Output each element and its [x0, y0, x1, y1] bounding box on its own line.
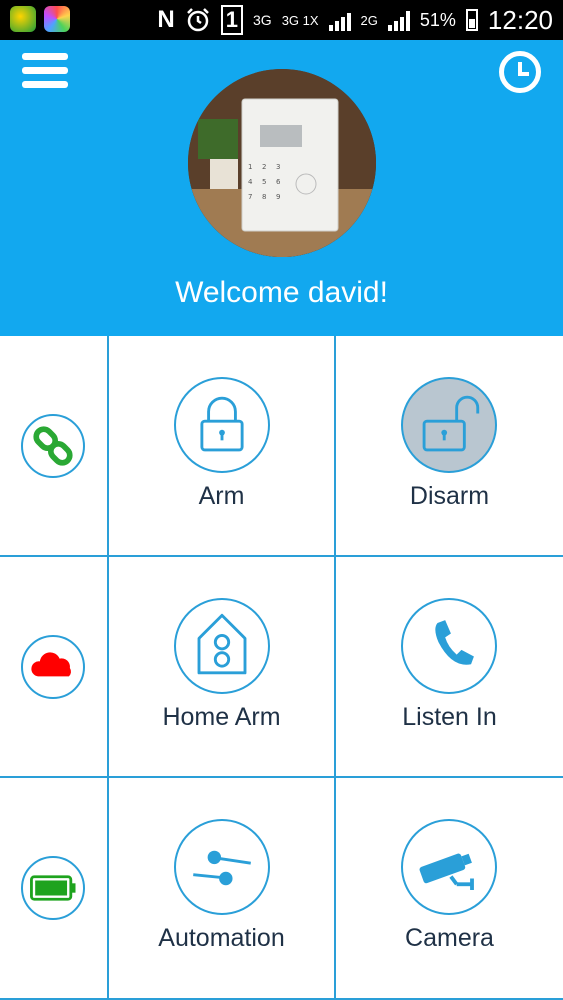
- app-header: 1 2 3 4 5 6 7 8 9 Welcome david!: [0, 40, 563, 336]
- listen-in-button[interactable]: Listen In: [336, 557, 563, 778]
- svg-text:3: 3: [276, 163, 280, 171]
- link-status-badge: [21, 414, 85, 478]
- arm-icon-circle: [174, 377, 270, 473]
- switch-icon: [193, 850, 251, 886]
- signal-strength-icon: [328, 9, 351, 31]
- alarm-clock-icon: [186, 8, 209, 32]
- listen-in-label: Listen In: [402, 703, 497, 731]
- home-arm-label: Home Arm: [162, 703, 281, 731]
- arm-label: Arm: [198, 482, 245, 510]
- notification-icons: [10, 6, 70, 32]
- arm-button[interactable]: Arm: [109, 336, 336, 557]
- svg-text:9: 9: [276, 193, 280, 201]
- battery-icon: [465, 9, 478, 31]
- battery-status-cell: [0, 778, 109, 1000]
- listen-in-icon-circle: [401, 598, 497, 694]
- sim-slot-indicator: 1: [220, 5, 243, 35]
- disarm-icon-circle: [401, 377, 497, 473]
- network-type-1: 3G: [253, 12, 272, 28]
- automation-label: Automation: [158, 924, 285, 952]
- nfc-indicator: N: [157, 6, 175, 33]
- control-grid: Arm Disarm Home Arm Listen In Automation…: [0, 336, 563, 1000]
- signal-strength-icon-2: [387, 9, 410, 31]
- welcome-message: Welcome david!: [175, 276, 388, 309]
- cloud-status-badge: [21, 635, 85, 699]
- battery-status-badge: [21, 856, 85, 920]
- disarm-label: Disarm: [409, 482, 490, 510]
- svg-text:1: 1: [248, 163, 252, 171]
- network-type-2: 3G 1X: [281, 12, 319, 28]
- home-icon: [197, 613, 247, 675]
- automation-icon-circle: [174, 819, 270, 915]
- network-type-3: 2G: [360, 12, 378, 28]
- lock-open-icon: [422, 395, 480, 452]
- clock-history-icon[interactable]: [499, 51, 541, 93]
- cloud-icon: [31, 652, 71, 677]
- cctv-camera-icon: [419, 853, 474, 890]
- hamburger-menu-icon[interactable]: [22, 53, 68, 91]
- app-notification-icon: [10, 6, 36, 32]
- system-status: N 1 3G 3G 1X 2G 51% 12:20: [157, 0, 553, 40]
- svg-text:6: 6: [276, 178, 281, 186]
- svg-text:8: 8: [262, 193, 266, 201]
- battery-full-icon: [30, 875, 76, 901]
- disarm-button[interactable]: Disarm: [336, 336, 563, 557]
- automation-button[interactable]: Automation: [109, 778, 336, 1000]
- battery-percent: 51%: [419, 9, 456, 30]
- device-avatar-image: 1 2 3 4 5 6 7 8 9: [188, 69, 376, 257]
- clock-time: 12:20: [487, 4, 553, 35]
- svg-text:2: 2: [262, 163, 266, 171]
- cloud-status-cell: [0, 557, 109, 778]
- link-icon: [33, 426, 73, 466]
- camera-icon-circle: [401, 819, 497, 915]
- camera-button[interactable]: Camera: [336, 778, 563, 1000]
- camera-label: Camera: [405, 924, 494, 952]
- home-arm-icon-circle: [174, 598, 270, 694]
- phone-icon: [435, 620, 474, 665]
- svg-text:5: 5: [262, 178, 266, 186]
- app-notification-icon-2: [44, 6, 70, 32]
- lock-closed-icon: [200, 396, 244, 452]
- svg-text:4: 4: [248, 178, 253, 186]
- link-status-cell: [0, 336, 109, 557]
- svg-text:7: 7: [248, 193, 252, 201]
- status-bar: N 1 3G 3G 1X 2G 51% 12:20: [0, 0, 563, 40]
- home-arm-button[interactable]: Home Arm: [109, 557, 336, 778]
